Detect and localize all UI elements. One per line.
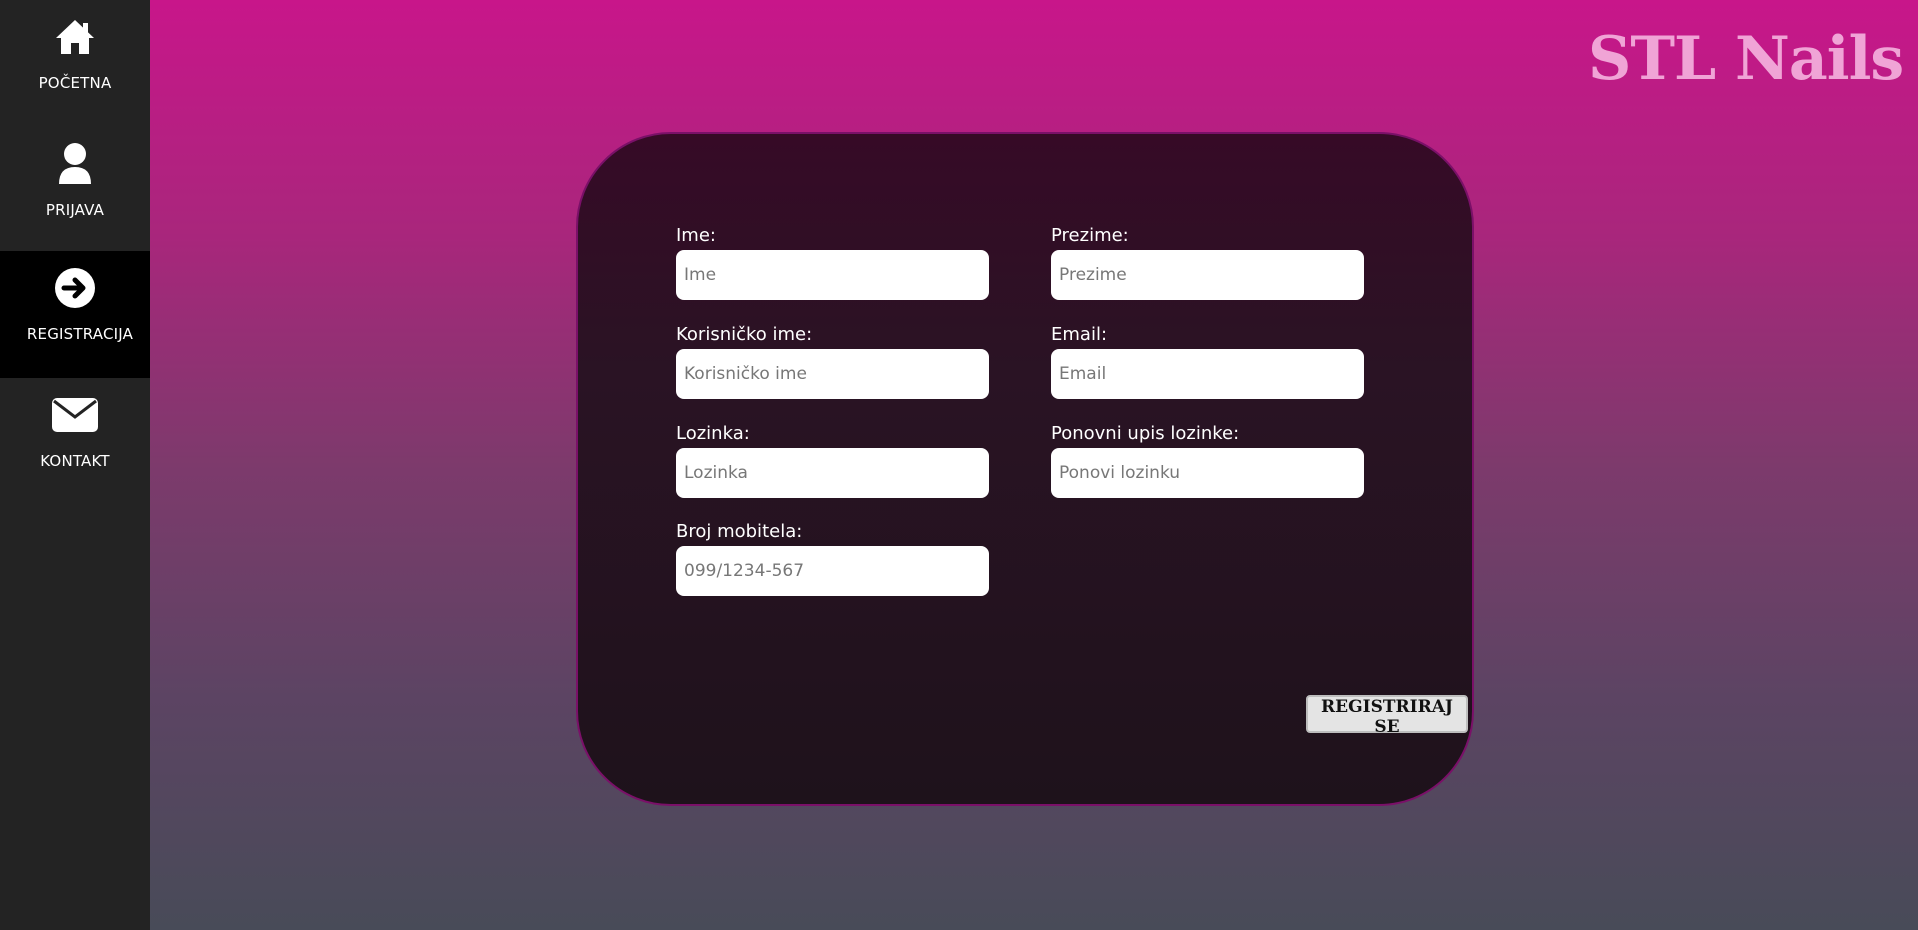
first-name-group: Ime:	[676, 224, 989, 300]
username-group: Korisničko ime:	[676, 323, 989, 399]
logo: STL Nails	[1588, 24, 1904, 94]
home-icon	[54, 14, 96, 60]
first-name-label: Ime:	[676, 225, 716, 246]
user-icon	[55, 141, 95, 187]
arrow-right-circle-icon	[54, 265, 96, 311]
first-name-input[interactable]	[676, 250, 989, 300]
password-input[interactable]	[676, 448, 989, 498]
sidebar-item-label: REGISTRACIJA	[26, 325, 134, 343]
phone-input[interactable]	[676, 546, 989, 596]
sidebar-item-label: KONTAKT	[40, 452, 110, 470]
password-label: Lozinka:	[676, 423, 750, 444]
password-repeat-label: Ponovni upis lozinke:	[1051, 423, 1240, 444]
username-label: Korisničko ime:	[676, 324, 813, 345]
sidebar-item-prijava[interactable]: PRIJAVA	[0, 127, 150, 254]
password-group: Lozinka:	[676, 422, 989, 498]
last-name-label: Prezime:	[1051, 225, 1129, 246]
email-group: Email:	[1051, 323, 1364, 399]
sidebar-item-registracija[interactable]: REGISTRACIJA	[0, 251, 150, 378]
sidebar-item-pocetna[interactable]: POČETNA	[0, 0, 150, 127]
sidebar-item-label: POČETNA	[38, 74, 112, 92]
envelope-icon	[51, 392, 99, 438]
sidebar-item-label: PRIJAVA	[45, 201, 105, 219]
username-input[interactable]	[676, 349, 989, 399]
phone-group: Broj mobitela:	[676, 520, 989, 596]
last-name-group: Prezime:	[1051, 224, 1364, 300]
main-area: STL Nails Ime: Prezime: Korisničko ime: …	[150, 0, 1918, 930]
email-input[interactable]	[1051, 349, 1364, 399]
password-repeat-group: Ponovni upis lozinke:	[1051, 422, 1364, 498]
password-repeat-input[interactable]	[1051, 448, 1364, 498]
register-button[interactable]: REGISTRIRAJ SE	[1306, 695, 1468, 737]
sidebar-nav: POČETNA PRIJAVA REGISTRACIJA KONTAKT	[0, 0, 150, 930]
email-label: Email:	[1051, 324, 1108, 345]
sidebar-item-kontakt[interactable]: KONTAKT	[0, 378, 150, 505]
last-name-input[interactable]	[1051, 250, 1364, 300]
phone-label: Broj mobitela:	[676, 521, 803, 542]
